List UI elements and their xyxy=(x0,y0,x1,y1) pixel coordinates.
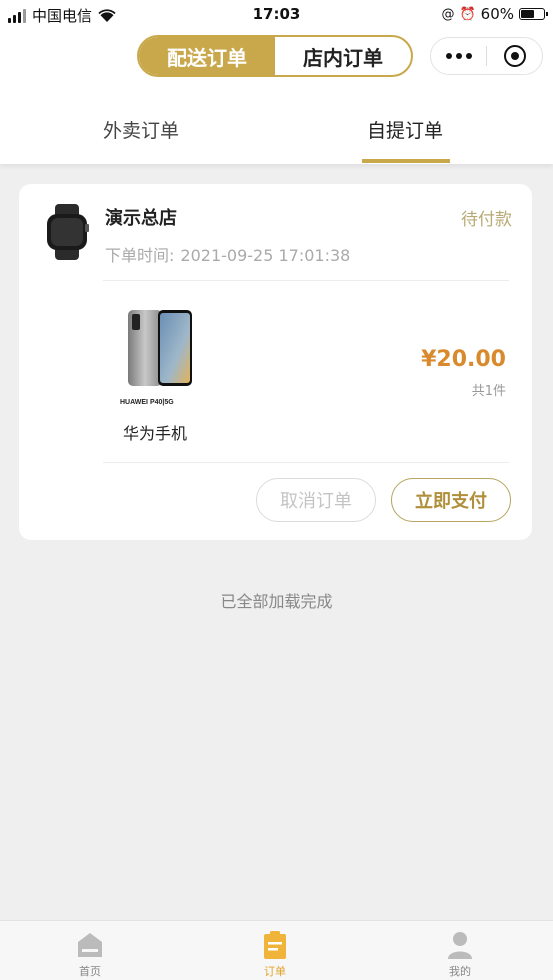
orientation-lock-icon: @ xyxy=(441,6,455,22)
status-bar: 中国电信 17:03 @ ⏰ 60% xyxy=(0,0,553,28)
status-right: @ ⏰ 60% xyxy=(441,5,548,23)
order-price: ¥20.00 xyxy=(421,347,506,372)
tab-takeout-orders[interactable]: 外卖订单 xyxy=(103,116,179,143)
product-image-caption: HUAWEI P40|5G xyxy=(120,399,174,406)
tabbar-item-profile[interactable]: 我的 xyxy=(430,929,490,979)
segment-delivery-orders[interactable]: 配送订单 xyxy=(139,37,275,75)
alarm-icon: ⏰ xyxy=(459,6,476,22)
order-status-badge: 待付款 xyxy=(461,210,512,230)
order-card[interactable]: 演示总店 待付款 下单时间: 2021-09-25 17:01:38 HUAWEI… xyxy=(19,184,532,540)
order-quantity: 共1件 xyxy=(471,384,506,399)
smartwatch-shop-logo xyxy=(47,204,89,260)
cancel-order-button[interactable]: 取消订单 xyxy=(256,478,376,522)
order-time-value: 2021-09-25 17:01:38 xyxy=(180,246,351,265)
pay-now-button[interactable]: 立即支付 xyxy=(391,478,511,522)
product-image[interactable]: HUAWEI P40|5G xyxy=(118,306,204,410)
header: 配送订单 店内订单 xyxy=(0,28,553,86)
more-dots-icon[interactable] xyxy=(431,53,486,59)
order-clipboard-icon xyxy=(264,931,286,959)
bottom-tab-bar: 首页 订单 我的 xyxy=(0,920,553,980)
tabbar-item-orders[interactable]: 订单 xyxy=(245,929,305,979)
shop-name: 演示总店 xyxy=(105,208,177,229)
miniprogram-capsule xyxy=(430,37,543,75)
order-time-label: 下单时间: xyxy=(105,246,175,265)
battery-icon xyxy=(519,8,548,20)
divider xyxy=(103,462,509,463)
all-loaded-hint: 已全部加载完成 xyxy=(220,592,333,611)
tabbar-item-home[interactable]: 首页 xyxy=(60,929,120,979)
order-time: 下单时间: 2021-09-25 17:01:38 xyxy=(105,242,350,266)
order-type-segment: 配送订单 店内订单 xyxy=(137,35,413,77)
tabbar-label: 首页 xyxy=(79,965,101,978)
target-close-icon[interactable] xyxy=(487,45,542,67)
segment-dinein-orders[interactable]: 店内订单 xyxy=(275,37,411,75)
tabbar-label: 订单 xyxy=(264,965,286,978)
active-tab-indicator xyxy=(362,159,450,163)
order-tabs: 外卖订单 自提订单 xyxy=(0,86,553,164)
home-icon xyxy=(78,933,102,957)
tabbar-label: 我的 xyxy=(449,965,471,978)
product-name: 华为手机 xyxy=(123,424,188,443)
person-icon xyxy=(448,932,472,959)
divider xyxy=(103,280,509,281)
tab-pickup-orders[interactable]: 自提订单 xyxy=(367,116,443,143)
battery-percent: 60% xyxy=(480,5,514,23)
